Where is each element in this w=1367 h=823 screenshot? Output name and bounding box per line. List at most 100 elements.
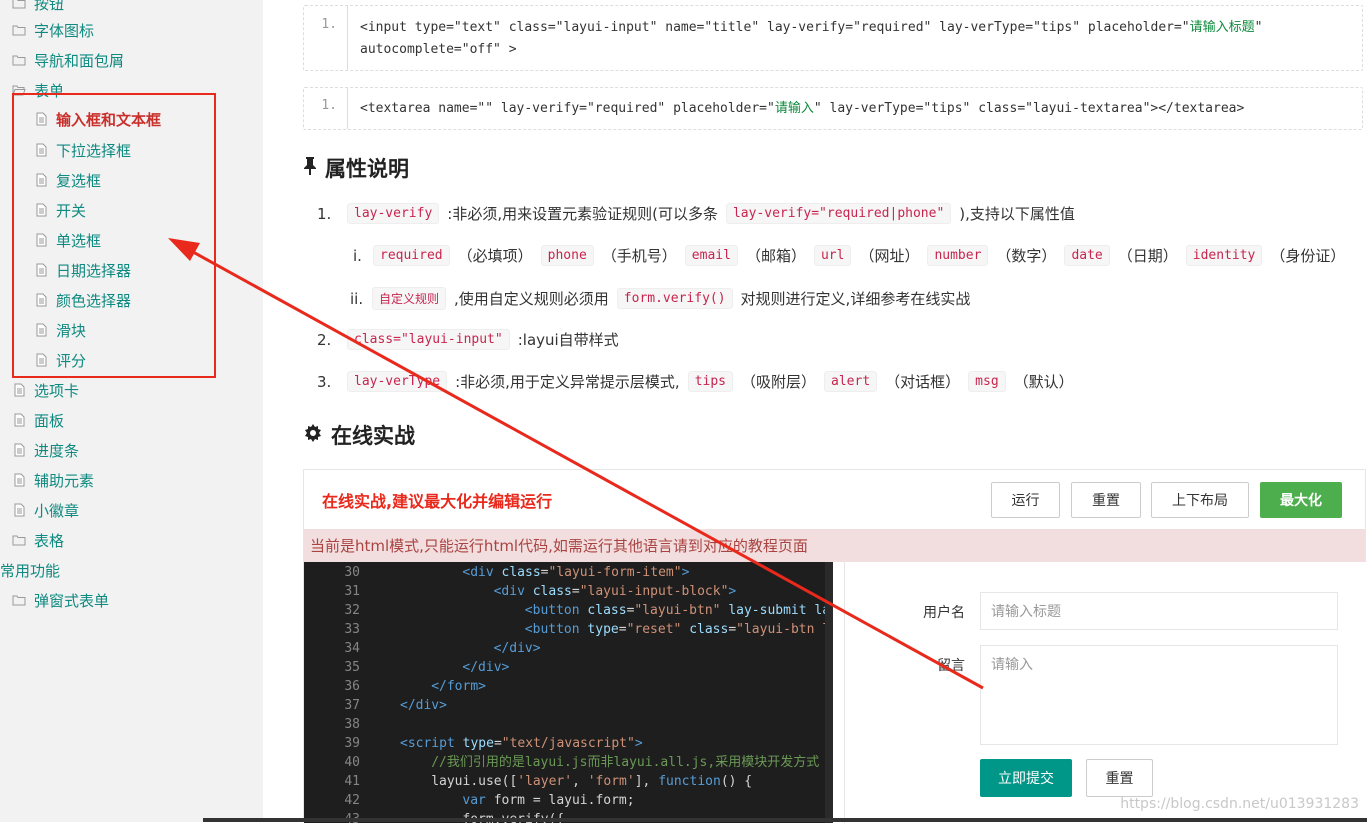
sidebar-item[interactable]: 进度条 — [12, 435, 79, 465]
sidebar-item-label: 表格 — [34, 530, 64, 551]
layout-toggle-button[interactable]: 上下布局 — [1151, 482, 1249, 518]
sidebar-item[interactable]: 小徽章 — [12, 495, 79, 525]
sidebar-item[interactable]: 面板 — [12, 405, 64, 435]
folder-icon — [12, 533, 26, 547]
gear-icon — [303, 423, 323, 448]
code-token: </div> — [494, 641, 541, 656]
sidebar-item-label: 字体图标 — [34, 20, 94, 41]
sidebar-item-label: 弹窗式表单 — [34, 590, 109, 611]
code-line: 39<script type="text/javascript"> — [304, 734, 643, 753]
code-text: var form = layui.form; — [400, 791, 635, 810]
code-chip: lay-verify="required|phone" — [726, 203, 951, 224]
bottom-scrollbar[interactable] — [203, 818, 1367, 822]
code-token: class — [689, 622, 728, 637]
folder-icon — [12, 593, 26, 607]
code-chip: lay-verify — [347, 203, 439, 224]
code-token: lay-submit lay — [728, 603, 833, 618]
attr-text: （吸附层） — [741, 371, 816, 392]
code-chip: date — [1064, 245, 1109, 266]
code-token: "layui-form-item" — [549, 565, 682, 580]
code-token: "layui-btn la — [736, 622, 833, 637]
code-token: type — [587, 622, 618, 637]
form-reset-button[interactable]: 重置 — [1086, 759, 1153, 797]
sidebar-item[interactable]: 导航和面包屑 — [12, 45, 124, 75]
line-number: 37 — [304, 696, 360, 715]
code-text: <script type="text/javascript"> — [400, 734, 643, 753]
folder-icon — [12, 53, 26, 67]
code-part: " — [1255, 20, 1263, 35]
code-token: var — [462, 793, 485, 808]
code-token: "text/javascript" — [502, 736, 635, 751]
sidebar-item[interactable]: 选项卡 — [12, 375, 79, 405]
file-icon — [12, 383, 26, 397]
code-token: <div — [462, 565, 501, 580]
attr-text: （身份证） — [1270, 245, 1345, 266]
code-token: "reset" — [627, 622, 682, 637]
code-token: <button — [525, 622, 588, 637]
sidebar-item[interactable]: 弹窗式表单 — [12, 585, 109, 615]
code-chip: 自定义规则 — [372, 287, 446, 310]
textarea-code-snippet: 1. <textarea name="" lay-verify="require… — [303, 87, 1363, 130]
sidebar-item[interactable]: 常用功能 — [0, 555, 60, 585]
sidebar-item-label: 导航和面包屑 — [34, 50, 124, 71]
code-token: type — [463, 736, 494, 751]
code-text: <textarea name="" lay-verify="required" … — [360, 98, 1352, 120]
code-editor[interactable]: 30<div class="layui-form-item">31<div cl… — [304, 562, 833, 823]
attr-text: ,使用自定义规则必须用 — [454, 288, 609, 309]
code-token: = — [572, 584, 580, 599]
code-line: 38 — [304, 715, 400, 734]
code-part: <textarea name="" lay-verify="required" … — [360, 101, 775, 116]
file-icon — [12, 413, 26, 427]
code-chip: msg — [968, 371, 1005, 392]
code-token: 'form' — [588, 774, 635, 789]
code-line: 35</div> — [304, 658, 509, 677]
line-number: 1. — [304, 88, 348, 129]
username-label: 用户名 — [923, 602, 965, 622]
attr-text: （数字） — [996, 245, 1056, 266]
code-token: = — [494, 736, 502, 751]
code-line: 37 </div> — [304, 696, 447, 715]
list-number: i. — [353, 247, 365, 265]
code-text: </div> — [400, 639, 541, 658]
code-token: = — [619, 622, 627, 637]
code-chip: form.verify() — [617, 288, 733, 309]
code-chip: tips — [688, 371, 733, 392]
sidebar-item[interactable]: 辅助元素 — [12, 465, 94, 495]
editor-scrollbar[interactable] — [825, 562, 833, 823]
code-token: </div> — [400, 698, 447, 713]
sidebar-item[interactable]: 字体图标 — [12, 15, 94, 45]
code-chip: number — [927, 245, 988, 266]
maximize-button[interactable]: 最大化 — [1260, 482, 1342, 518]
sidebar-item[interactable]: 表格 — [12, 525, 64, 555]
attr-text: （对话框） — [885, 371, 960, 392]
code-text: </div> — [400, 658, 509, 677]
attr-text: （必填项） — [458, 245, 533, 266]
code-token: , — [572, 774, 588, 789]
code-part: <input type="text" class="layui-input" n… — [360, 20, 1190, 35]
section-title-online: 在线实战 — [303, 420, 415, 450]
reset-button[interactable]: 重置 — [1071, 482, 1141, 518]
file-icon — [12, 473, 26, 487]
attr-item-2: 2. class="layui-input" :layui自带样式 — [317, 329, 619, 350]
code-token: class — [587, 603, 626, 618]
code-text: <button class="layui-btn" lay-submit lay — [400, 601, 833, 620]
username-input[interactable]: 请输入标题 — [980, 592, 1338, 630]
main-content: 1. <input type="text" class="layui-input… — [263, 0, 1367, 822]
code-token: > — [728, 584, 736, 599]
sidebar-item-label: 选项卡 — [34, 380, 79, 401]
code-chip: lay-verType — [347, 371, 447, 392]
run-button[interactable]: 运行 — [991, 482, 1060, 518]
submit-button[interactable]: 立即提交 — [980, 759, 1072, 797]
code-line: 33<button type="reset" class="layui-btn … — [304, 620, 833, 639]
attr-text: （手机号） — [602, 245, 677, 266]
code-text: <input type="text" class="layui-input" n… — [360, 17, 1352, 61]
message-textarea[interactable]: 请输入 — [980, 645, 1338, 745]
attr-text: ),支持以下属性值 — [959, 203, 1075, 224]
code-line: 30<div class="layui-form-item"> — [304, 563, 689, 582]
code-text: <div class="layui-input-block"> — [400, 582, 736, 601]
demo-notice: 当前是html模式,只能运行html代码,如需运行其他语言请到对应的教程页面 — [304, 529, 1365, 562]
attr-text: （日期） — [1118, 245, 1178, 266]
attr-item-3: 3. lay-verType :非必须,用于定义异常提示层模式, tips（吸附… — [317, 371, 1074, 392]
attr-text: （默认） — [1014, 371, 1074, 392]
list-number: 1. — [317, 205, 339, 223]
